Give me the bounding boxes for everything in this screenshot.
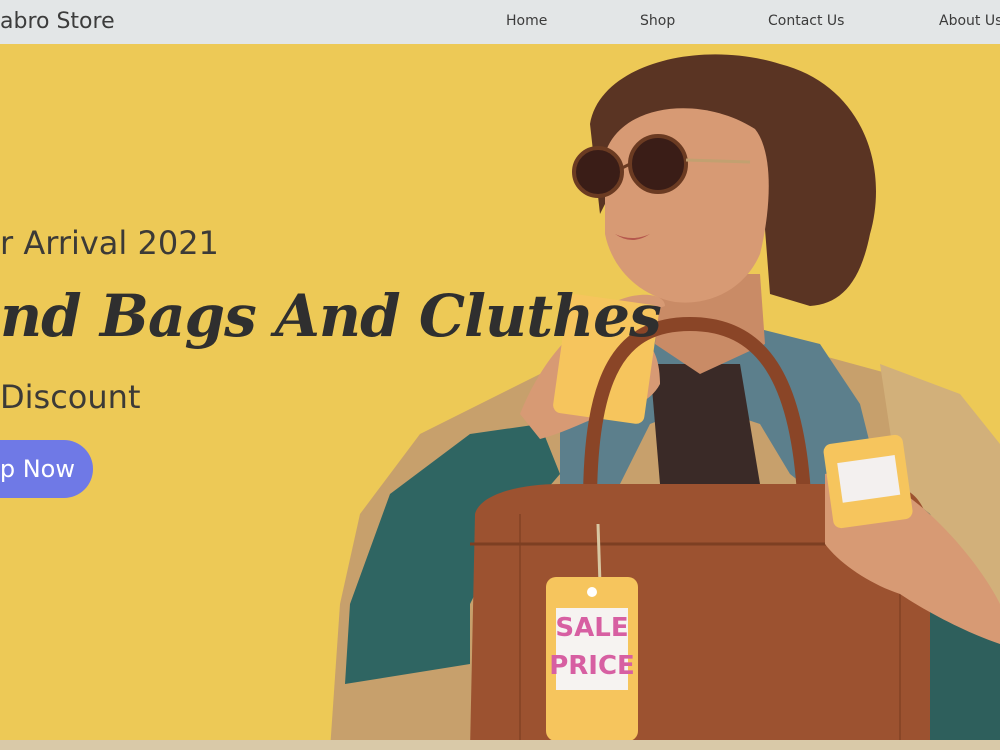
hero-model-image: SALE PRICE — [330, 54, 1000, 750]
hero-discount: Discount — [0, 378, 141, 416]
tag-line-1: SALE — [555, 613, 628, 643]
brand-logo[interactable]: abro Store — [0, 9, 115, 34]
hero-banner: SALE PRICE r Arrival 2021 nd Bags And Cl… — [0, 44, 1000, 750]
shop-now-button[interactable]: p Now — [0, 440, 93, 498]
nav-link-shop[interactable]: Shop — [640, 13, 675, 29]
nav-link-home[interactable]: Home — [506, 13, 547, 29]
hero-bottom-strip — [0, 740, 1000, 750]
nav-link-about[interactable]: About Us — [939, 13, 1000, 29]
navbar: abro Store Home Shop Contact Us About Us — [0, 0, 1000, 44]
nav-link-contact[interactable]: Contact Us — [768, 13, 844, 29]
tag-line-2: PRICE — [549, 651, 635, 681]
hero-subtitle: r Arrival 2021 — [0, 224, 219, 262]
hero-headline: nd Bags And Cluthes — [0, 282, 662, 350]
